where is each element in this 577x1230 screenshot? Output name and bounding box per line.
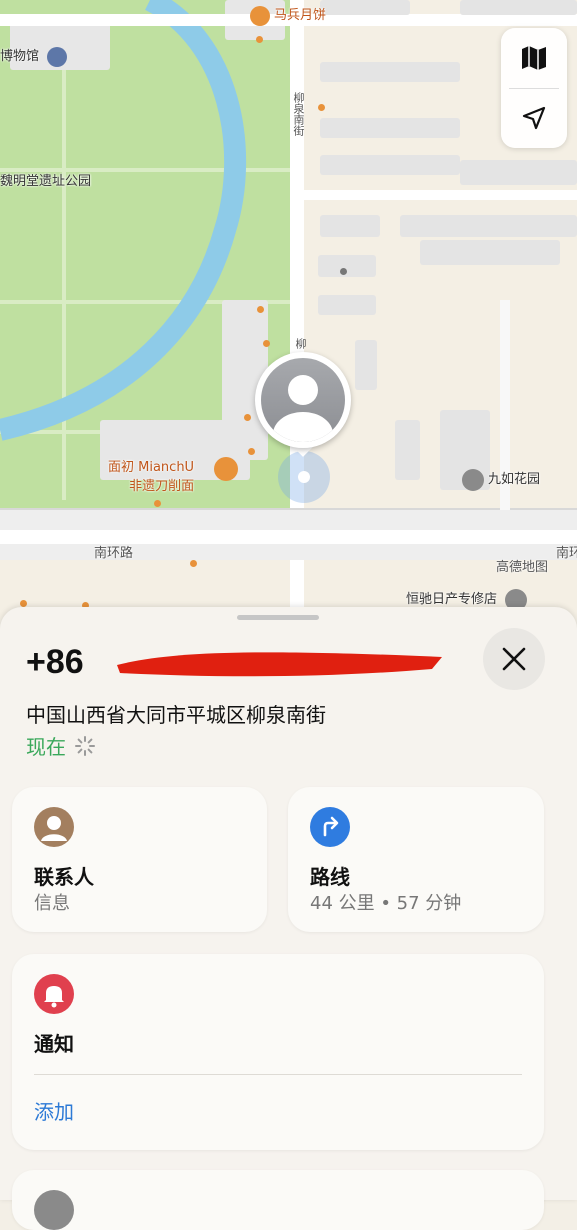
directions-icon	[310, 807, 350, 847]
house-icon	[462, 468, 484, 491]
poi-noodle-name: 面初 MianchU	[108, 460, 195, 475]
building	[320, 118, 460, 138]
poi-dot	[263, 340, 270, 347]
poi-dot	[340, 268, 347, 275]
building	[320, 0, 410, 15]
location-dot	[298, 471, 310, 483]
turn-right-arrow-icon	[323, 816, 339, 837]
amap-attribution: 高德地图	[496, 560, 549, 575]
person-icon	[41, 816, 67, 841]
add-notification-button[interactable]: 添加	[34, 1096, 74, 1125]
food-icon	[250, 5, 270, 26]
directions-card-subtitle: 44 公里 • 57 分钟	[310, 893, 462, 914]
road-lane	[0, 530, 577, 544]
map-mode-button[interactable]	[501, 28, 567, 88]
address-text: 中国山西省大同市平城区柳泉南街	[26, 703, 326, 727]
building	[320, 155, 460, 175]
contact-card-subtitle: 信息	[34, 893, 70, 914]
street-label-nanhuan: 南环路	[94, 546, 134, 561]
notifications-card: 通知 添加	[12, 954, 544, 1150]
title-row: +86	[26, 637, 84, 687]
building	[320, 62, 460, 82]
poi-garden[interactable]: 九如花园	[462, 468, 540, 491]
poi-dot	[257, 306, 264, 313]
poi-noodle-sub: 非遗刀削面	[129, 479, 195, 494]
building	[318, 295, 376, 315]
time-row: 现在	[26, 731, 96, 760]
close-icon	[502, 647, 526, 671]
poi-dot	[256, 36, 263, 43]
next-card-icon	[34, 1190, 74, 1230]
poi-noodle[interactable]: 面初 MianchU 非遗刀削面	[108, 456, 194, 494]
poi-dot	[20, 600, 27, 607]
sheet-grabber[interactable]	[237, 615, 319, 620]
bell-icon-circle	[34, 974, 74, 1014]
map-view[interactable]: 博物馆 马兵月饼 魏明堂遗址公园 面初 MianchU 非遗刀削面 九如花园 恒…	[0, 0, 577, 620]
street-label-liuquan-short: 柳	[294, 338, 307, 349]
road-minor	[300, 190, 577, 200]
loading-spinner-icon	[75, 735, 95, 756]
street-label-liuquan: 柳泉南街	[292, 92, 305, 136]
building	[460, 160, 577, 185]
directions-card[interactable]: 路线 44 公里 • 57 分钟	[288, 787, 544, 932]
museum-icon	[47, 46, 68, 67]
person-detail-sheet: +86 中国山西省大同市平城区柳泉南街 现在 联系人 信息 路线 44 公里 •…	[0, 607, 577, 1230]
notifications-card-title: 通知	[34, 1032, 74, 1056]
building	[420, 240, 560, 265]
poi-dot	[244, 414, 251, 421]
building	[318, 255, 376, 277]
map-icon	[522, 46, 546, 70]
building	[355, 340, 377, 390]
next-card[interactable]	[12, 1170, 544, 1230]
poi-museum[interactable]: 博物馆	[0, 45, 68, 67]
person-icon	[273, 375, 333, 442]
directions-card-title: 路线	[310, 865, 350, 889]
building	[320, 215, 380, 237]
poi-dot	[190, 560, 197, 567]
contact-card-title: 联系人	[34, 865, 94, 889]
building	[400, 215, 577, 237]
contact-card[interactable]: 联系人 信息	[12, 787, 267, 932]
contact-icon	[34, 807, 74, 847]
poi-dot	[318, 104, 325, 111]
bell-icon	[44, 986, 64, 1008]
phone-number: +86	[26, 642, 84, 681]
close-button[interactable]	[483, 628, 545, 690]
map-controls	[501, 28, 567, 148]
last-seen-time: 现在	[26, 735, 66, 759]
poi-park[interactable]: 魏明堂遗址公园	[0, 170, 91, 189]
building	[460, 0, 577, 15]
street-label-nanhuan-right: 南环	[556, 546, 577, 561]
poi-dot	[154, 500, 161, 507]
poi-dot	[248, 448, 255, 455]
location-arrow-icon	[522, 106, 546, 130]
notifications-divider	[34, 1074, 522, 1075]
noodle-icon	[214, 457, 238, 481]
person-pin[interactable]	[255, 352, 351, 448]
poi-mooncake[interactable]: 马兵月饼	[250, 4, 326, 26]
redaction-scribble	[117, 652, 442, 677]
building	[395, 420, 420, 480]
locate-button[interactable]	[501, 88, 567, 148]
avatar	[261, 358, 345, 442]
